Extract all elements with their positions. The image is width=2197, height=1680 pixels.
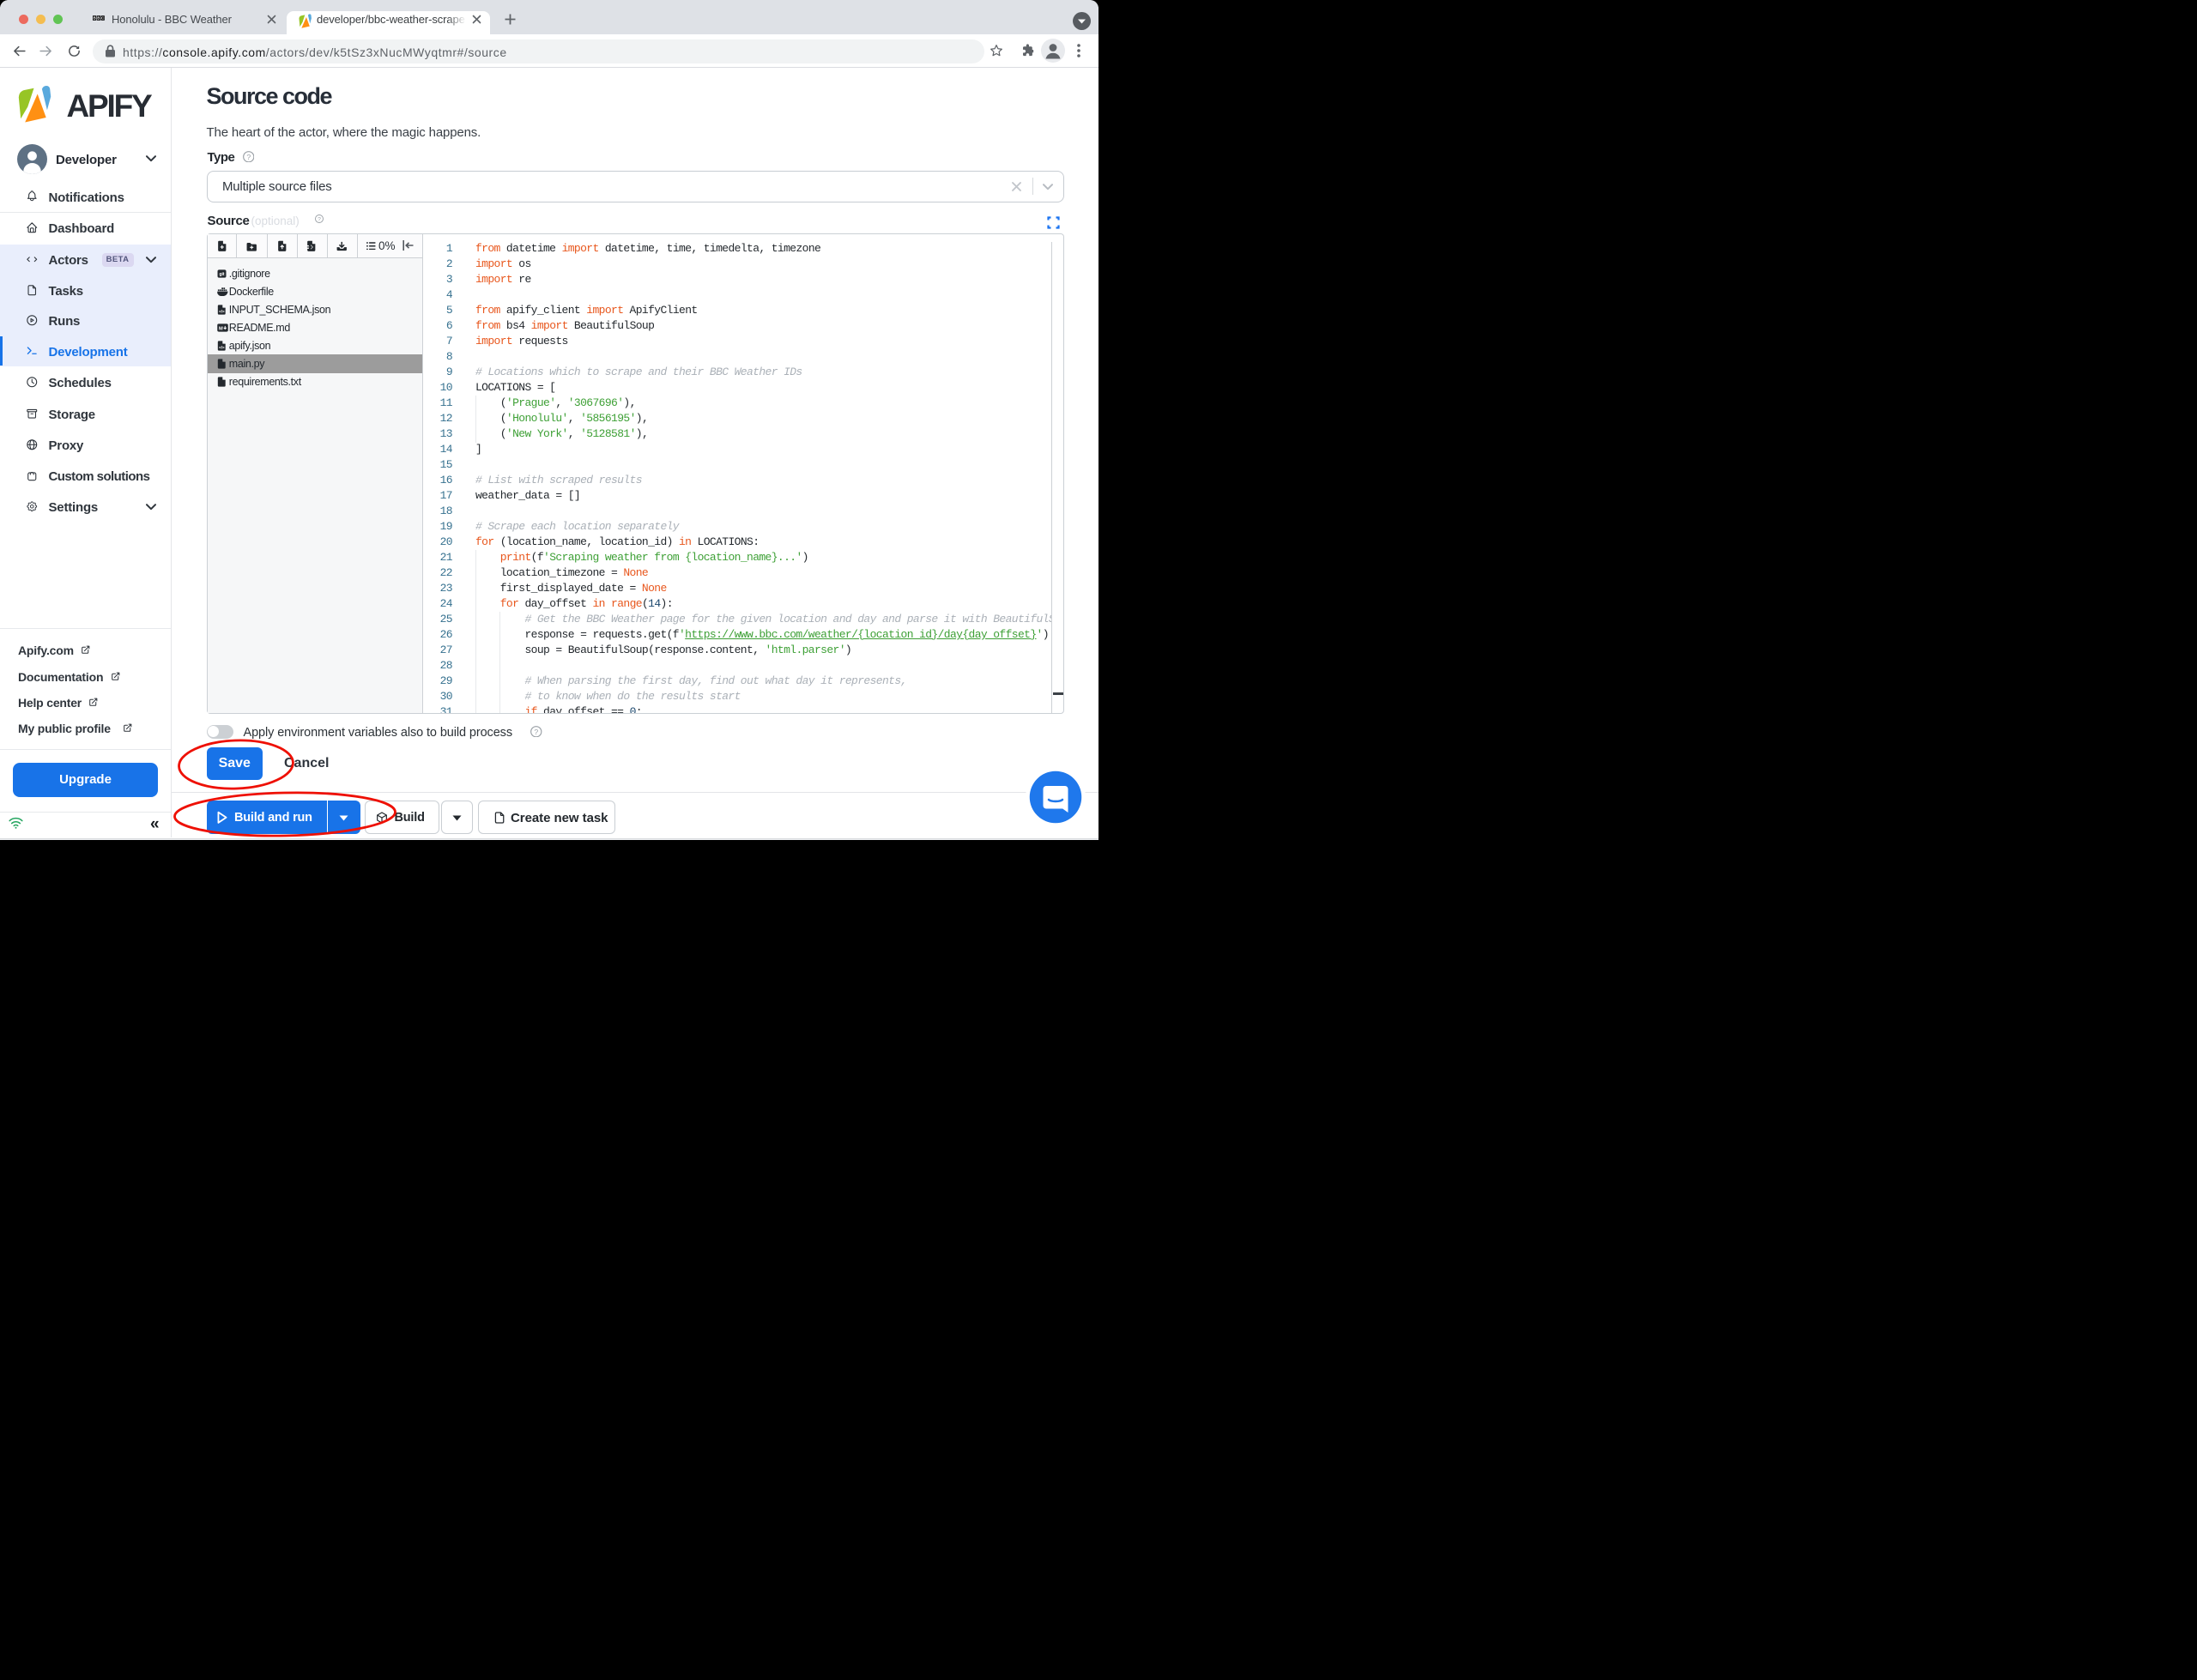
svg-text:</>: </> [219,309,225,313]
svg-text:M: M [219,326,223,331]
svg-text:?: ? [246,152,251,160]
svg-text:</>: </> [219,345,225,349]
svg-text:git: git [219,272,224,277]
svg-text:?: ? [534,727,538,735]
svg-text:?: ? [318,216,321,222]
